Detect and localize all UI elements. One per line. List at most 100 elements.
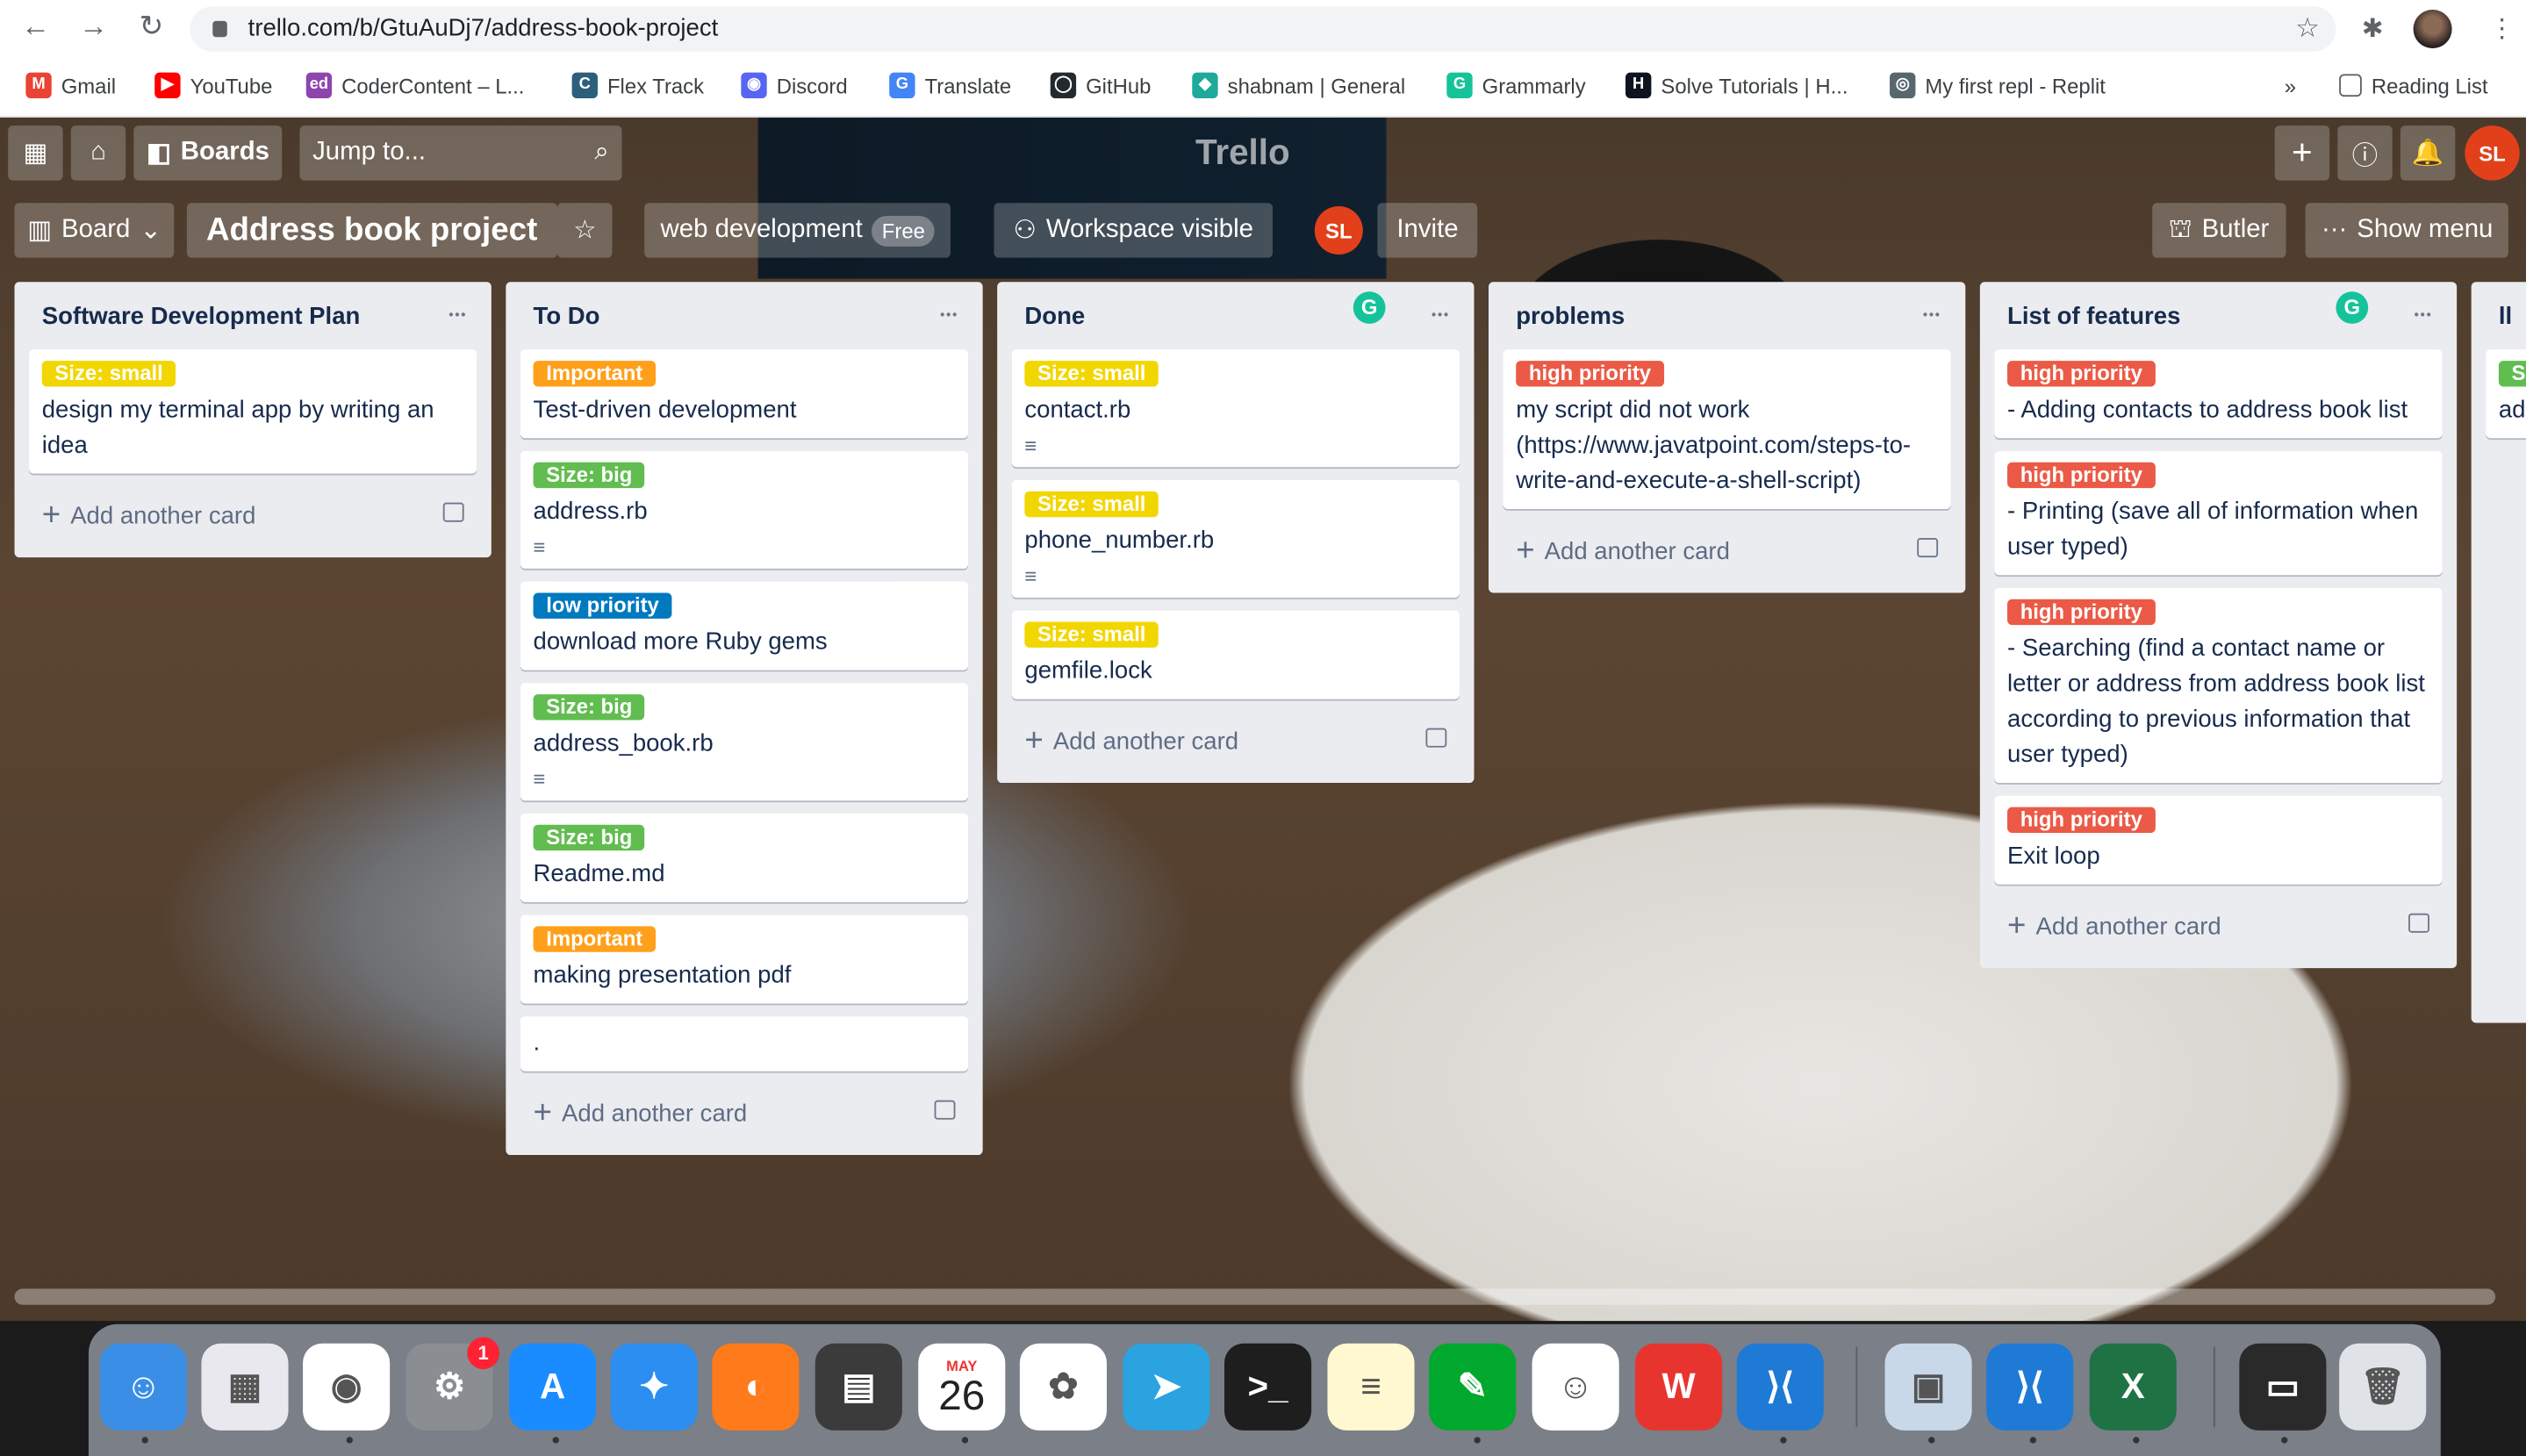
card[interactable]: high priority my script did not work (htt… — [1503, 349, 1951, 510]
bookmark-flextrack[interactable]: C Flex Track — [571, 69, 704, 102]
board-view-switcher[interactable]: ▥ Board ⌄ — [14, 203, 175, 258]
launchpad-app-icon[interactable]: ▦ — [201, 1343, 289, 1431]
bookmark-hackerrank[interactable]: H Solve Tutorials | H... — [1625, 69, 1848, 102]
card[interactable]: Size: small phone_number.rb ≡ — [1011, 479, 1460, 598]
list-header[interactable]: Software Development Plan ••• — [29, 282, 477, 349]
card-template-icon[interactable] — [442, 502, 464, 522]
card-template-icon[interactable] — [1425, 728, 1447, 748]
extensions-icon[interactable]: ✱ — [2362, 13, 2384, 46]
list-header[interactable]: Done ••• G — [1012, 282, 1460, 349]
bookmark-github[interactable]: ◯ GitHub — [1050, 69, 1151, 102]
notifications-bell-icon[interactable]: 🔔 — [2400, 126, 2456, 181]
preview-app-icon[interactable]: ▣ — [1884, 1343, 1972, 1431]
list-title[interactable]: To Do — [534, 302, 600, 329]
card[interactable]: . — [520, 1016, 969, 1072]
vscode-2-app-icon[interactable]: ⟩⟨ — [1986, 1343, 2074, 1431]
smiley-app-icon[interactable]: ☺ — [1532, 1343, 1619, 1431]
list-title[interactable]: Software Development Plan — [42, 302, 361, 329]
back-icon[interactable]: ← — [16, 10, 54, 44]
add-card-button[interactable]: + Add another card — [520, 1084, 968, 1142]
evernote-app-icon[interactable]: ✎ — [1429, 1343, 1517, 1431]
home-icon[interactable]: ⌂ — [70, 126, 126, 181]
add-card-button[interactable]: + Add another card — [1994, 897, 2442, 955]
bookmark-youtube[interactable]: ▶ YouTube — [154, 69, 272, 102]
bookmark-gmail[interactable]: M Gmail — [25, 69, 116, 102]
finder-app-icon[interactable]: ☺ — [99, 1343, 187, 1431]
bookmarks-more[interactable]: » — [2285, 69, 2296, 102]
telegram-app-icon[interactable]: ➤ — [1123, 1343, 1210, 1431]
app-store-app-icon[interactable]: A — [509, 1343, 597, 1431]
apps-grid-icon[interactable]: ▦ — [8, 126, 63, 181]
bookmark-grammarly[interactable]: G Grammarly — [1446, 69, 1586, 102]
terminal-app-icon[interactable]: >_ — [1224, 1343, 1312, 1431]
list-header[interactable]: ll — [2486, 282, 2526, 349]
member-avatar[interactable]: SL — [1314, 205, 1363, 255]
reload-icon[interactable]: ↻ — [133, 10, 171, 44]
card[interactable]: Important Test-driven development — [520, 349, 969, 439]
menu-icon[interactable]: ⋮ — [2489, 13, 2515, 46]
star-board-icon[interactable]: ☆ — [557, 203, 613, 258]
list-title[interactable]: ll — [2499, 302, 2512, 329]
firefox-app-icon[interactable]: ◐ — [712, 1343, 800, 1431]
create-plus-icon[interactable]: + — [2274, 126, 2330, 181]
photos-app-icon[interactable]: ✿ — [1019, 1343, 1107, 1431]
bookmark-translate[interactable]: G Translate — [889, 69, 1011, 102]
bookmark-codercontent[interactable]: ed CoderContent – L... — [305, 69, 524, 102]
card[interactable]: low priority download more Ruby gems — [520, 581, 969, 671]
profile-avatar[interactable] — [2413, 10, 2452, 49]
trello-logo[interactable]: Trello — [1195, 133, 1290, 175]
card[interactable]: Size: small contact.rb ≡ — [1011, 349, 1460, 468]
butler-button[interactable]: ⛫ Butler — [2152, 203, 2286, 258]
list-menu-icon[interactable]: ••• — [2415, 308, 2433, 323]
boards-button[interactable]: ◧ Boards — [133, 126, 283, 181]
list-title[interactable]: problems — [1516, 302, 1625, 329]
list-header[interactable]: problems ••• — [1503, 282, 1951, 349]
card[interactable]: Size: big address.rb ≡ — [520, 450, 969, 569]
card[interactable]: high priority - Printing (save all of inf… — [1994, 450, 2443, 576]
chrome-app-icon[interactable]: ◉ — [303, 1343, 391, 1431]
jump-to-search[interactable]: Jump to... ⌕ — [299, 126, 622, 181]
visibility-button[interactable]: ⚇ Workspace visible — [994, 203, 1274, 258]
card[interactable]: Important making presentation pdf — [520, 914, 969, 1004]
card[interactable]: high priority Exit loop — [1994, 795, 2443, 885]
card-template-icon[interactable] — [934, 1100, 956, 1120]
wps-office-app-icon[interactable]: W — [1635, 1343, 1723, 1431]
invite-button[interactable]: Invite — [1377, 203, 1478, 258]
add-card-button[interactable]: + Add another card — [29, 486, 477, 544]
card[interactable]: high priority - Adding contacts to addres… — [1994, 349, 2443, 439]
show-menu-button[interactable]: ··· Show menu — [2305, 203, 2509, 258]
card[interactable]: Size: big Readme.md — [520, 813, 969, 902]
card-template-icon[interactable] — [1917, 538, 1939, 558]
calculator-app-icon[interactable]: ▤ — [814, 1343, 902, 1431]
safari-app-icon[interactable]: ✦ — [610, 1343, 698, 1431]
bookmark-replit[interactable]: ◎ My first repl - Replit — [1890, 69, 2106, 102]
bookmark-discord[interactable]: ◉ Discord — [741, 69, 848, 102]
card[interactable]: Size: small gemfile.lock — [1011, 610, 1460, 699]
bookmark-diamond[interactable]: ◆ shabnam | General — [1192, 69, 1405, 102]
address-bar[interactable]: trello.com/b/GtuAuDj7/address-book-proje… — [190, 6, 2336, 52]
list-header[interactable]: List of features ••• G — [1994, 282, 2442, 349]
calendar-app-icon[interactable]: MAY 26 — [918, 1343, 1006, 1431]
card[interactable]: Size: big address_book.rb ≡ — [520, 683, 969, 801]
list-menu-icon[interactable]: ••• — [449, 308, 467, 323]
card[interactable]: Size: small design my terminal app by wri… — [29, 349, 477, 474]
list-title[interactable]: List of features — [2007, 302, 2180, 329]
reading-list[interactable]: Reading List — [2339, 69, 2488, 102]
list-menu-icon[interactable]: ••• — [1923, 308, 1941, 323]
excel-app-icon[interactable]: X — [2089, 1343, 2177, 1431]
card[interactable]: Sad — [2486, 349, 2526, 439]
system-preferences-app-icon[interactable]: ⚙ 1 — [405, 1337, 500, 1431]
list-menu-icon[interactable]: ••• — [940, 308, 958, 323]
add-card-button[interactable]: + Add another card — [1012, 712, 1460, 770]
grammarly-icon[interactable]: G — [1353, 291, 1386, 324]
terminal-window-app-icon[interactable]: ▭ — [2239, 1343, 2327, 1431]
list-header[interactable]: To Do ••• — [520, 282, 968, 349]
trash-app-icon[interactable]: 🗑 — [2339, 1343, 2427, 1431]
grammarly-icon[interactable]: G — [2336, 291, 2369, 324]
list-title[interactable]: Done — [1024, 302, 1085, 329]
forward-icon[interactable]: → — [74, 10, 112, 44]
notes-app-icon[interactable]: ≡ — [1327, 1343, 1415, 1431]
board-title[interactable]: Address book project — [186, 203, 557, 258]
card[interactable]: high priority - Searching (find a contact… — [1994, 587, 2443, 784]
card-template-icon[interactable] — [2408, 913, 2429, 933]
